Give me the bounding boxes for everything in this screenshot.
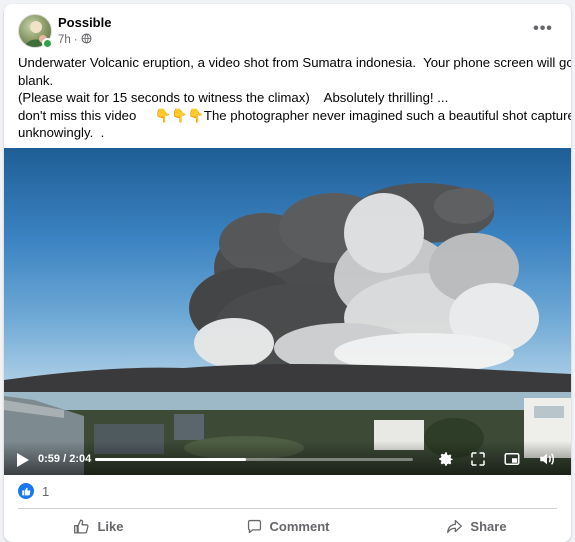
eruption-base <box>4 364 571 394</box>
video-player[interactable]: 0:59 / 2:04 <box>4 148 571 475</box>
post-text-line: don't miss this video 👇👇👇The photographe… <box>18 107 571 123</box>
reaction-summary[interactable]: 1 <box>18 483 49 499</box>
reaction-count: 1 <box>42 483 50 499</box>
progress-bar[interactable] <box>95 458 413 461</box>
comment-bubble-icon <box>247 519 261 533</box>
settings-gear-icon[interactable] <box>437 450 455 468</box>
post-header: Possible 7h · ••• <box>4 4 571 52</box>
eruption-cloud <box>189 183 539 373</box>
volume-icon[interactable] <box>538 450 556 468</box>
fullscreen-expand-icon[interactable] <box>469 450 487 468</box>
thumbs-up-icon <box>74 518 90 534</box>
globe-icon <box>81 33 92 47</box>
share-label: Share <box>470 518 507 534</box>
author-avatar[interactable] <box>18 14 53 49</box>
post-meta: 7h · <box>58 33 92 47</box>
share-button[interactable]: Share <box>382 512 571 540</box>
play-button[interactable] <box>16 452 30 468</box>
meta-separator: · <box>73 34 78 46</box>
video-time: 0:59 / 2:04 <box>38 453 91 465</box>
actions-divider <box>18 508 557 509</box>
more-dots-icon: ••• <box>533 20 553 37</box>
current-time: 0:59 <box>38 453 61 465</box>
play-icon <box>17 453 29 467</box>
post-actions: Like Comment Share <box>4 512 571 540</box>
like-label: Like <box>97 518 124 534</box>
duration: 2:04 <box>69 453 92 465</box>
progress-fill <box>95 458 247 461</box>
comment-label: Comment <box>269 518 330 534</box>
post-text-line: unknowingly. . <box>18 125 105 140</box>
video-controls: 0:59 / 2:04 <box>4 441 571 475</box>
more-options-button[interactable]: ••• <box>529 18 557 40</box>
post-text-line: Underwater Volcanic eruption, a video sh… <box>18 55 571 70</box>
post-timestamp[interactable]: 7h <box>58 34 71 46</box>
author-name[interactable]: Possible <box>58 15 111 30</box>
share-arrow-icon <box>447 519 463 533</box>
like-button[interactable]: Like <box>4 512 193 540</box>
online-status-dot <box>42 38 53 49</box>
time-separator: / <box>60 453 70 465</box>
picture-in-picture-icon[interactable] <box>503 450 521 468</box>
post-card: Possible 7h · ••• Underwater Volcanic er… <box>4 4 571 542</box>
comment-button[interactable]: Comment <box>193 512 382 540</box>
post-text-line: (Please wait for 15 seconds to witness t… <box>18 90 449 105</box>
like-reaction-icon <box>18 483 34 499</box>
post-text-line: blank. <box>18 72 54 88</box>
post-body-text: Underwater Volcanic eruption, a video sh… <box>4 52 571 148</box>
video-frame <box>4 183 571 475</box>
